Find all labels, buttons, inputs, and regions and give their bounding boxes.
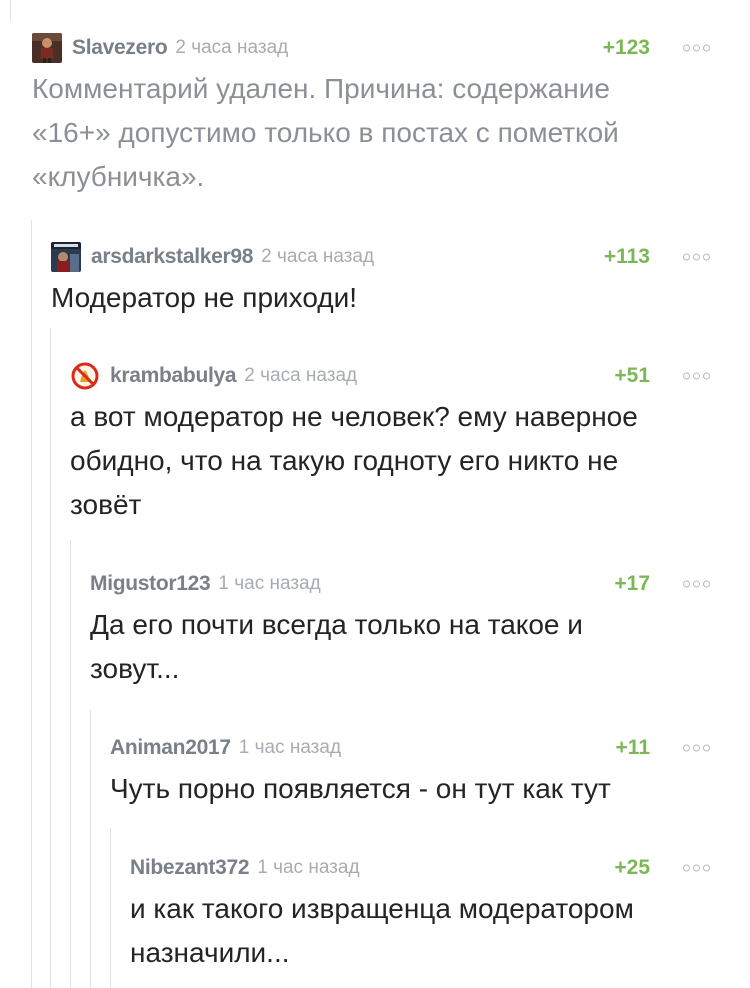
username[interactable]: Nibezant372 (130, 856, 250, 880)
comment-thread: Slavezero 2 часа назад +123 Комментарий … (0, 0, 750, 988)
comment-time[interactable]: 2 часа назад (175, 37, 288, 59)
comment-rating: +25 (614, 856, 650, 879)
thread-line (10, 0, 11, 22)
more-options-icon[interactable] (683, 864, 710, 872)
thread-line (90, 710, 91, 988)
username[interactable]: arsdarkstalker98 (91, 245, 253, 269)
comment-text: а вот модератор не человек? ему наверное… (70, 401, 638, 520)
no-sign-avatar[interactable] (70, 361, 100, 391)
comment-rating: +123 (602, 36, 650, 59)
comment-rating: +51 (614, 364, 650, 387)
more-options-icon[interactable] (683, 372, 710, 380)
comment-time[interactable]: 2 часа назад (261, 246, 374, 268)
comment: Nibezant372 1 час назад +25 и как такого… (130, 851, 710, 975)
more-options-icon[interactable] (683, 44, 710, 52)
comment-rating: +17 (614, 572, 650, 595)
username[interactable]: krambabulya (110, 364, 237, 388)
comment-header: Migustor123 1 час назад +17 (90, 567, 710, 601)
more-options-icon[interactable] (683, 580, 710, 588)
comment: Slavezero 2 часа назад +123 Комментарий … (32, 31, 710, 199)
username[interactable]: Migustor123 (90, 572, 211, 596)
more-options-icon[interactable] (683, 744, 710, 752)
comment: Migustor123 1 час назад +17 Да его почти… (90, 567, 710, 691)
comment-text: Модератор не приходи! (51, 282, 358, 313)
comment-header: Nibezant372 1 час назад +25 (130, 851, 710, 885)
comment-time[interactable]: 1 час назад (218, 573, 320, 595)
comment-header: Slavezero 2 часа назад +123 (32, 31, 710, 65)
thread-line (31, 220, 32, 988)
comment-time[interactable]: 1 час назад (257, 857, 359, 879)
comment-time[interactable]: 1 час назад (239, 737, 341, 759)
comment-header: krambabulya 2 часа назад +51 (70, 359, 710, 393)
comment-text: Да его почти всегда только на такое и зо… (90, 609, 583, 684)
more-options-icon[interactable] (683, 253, 710, 261)
comment: arsdarkstalker98 2 часа назад +113 Модер… (51, 240, 710, 320)
comment-text: и как такого извращенца модератором назн… (130, 893, 634, 968)
user-avatar[interactable] (32, 33, 62, 63)
comment-header: Animan2017 1 час назад +11 (110, 731, 710, 765)
user-avatar[interactable] (51, 242, 81, 272)
thread-line (50, 328, 51, 988)
comment: krambabulya 2 часа назад +51 а вот модер… (70, 359, 710, 527)
comment: Animan2017 1 час назад +11 Чуть порно по… (110, 731, 710, 811)
username[interactable]: Slavezero (72, 36, 168, 60)
thread-line (70, 540, 71, 988)
comment-header: arsdarkstalker98 2 часа назад +113 (51, 240, 710, 274)
comment-time[interactable]: 2 часа назад (244, 365, 357, 387)
comment-rating: +11 (615, 736, 650, 759)
comment-text: Чуть порно появляется - он тут как тут (110, 773, 611, 804)
comment-rating: +113 (603, 245, 650, 268)
thread-line (110, 828, 111, 988)
comment-text: Комментарий удален. Причина: содержание … (32, 73, 619, 192)
username[interactable]: Animan2017 (110, 736, 231, 760)
